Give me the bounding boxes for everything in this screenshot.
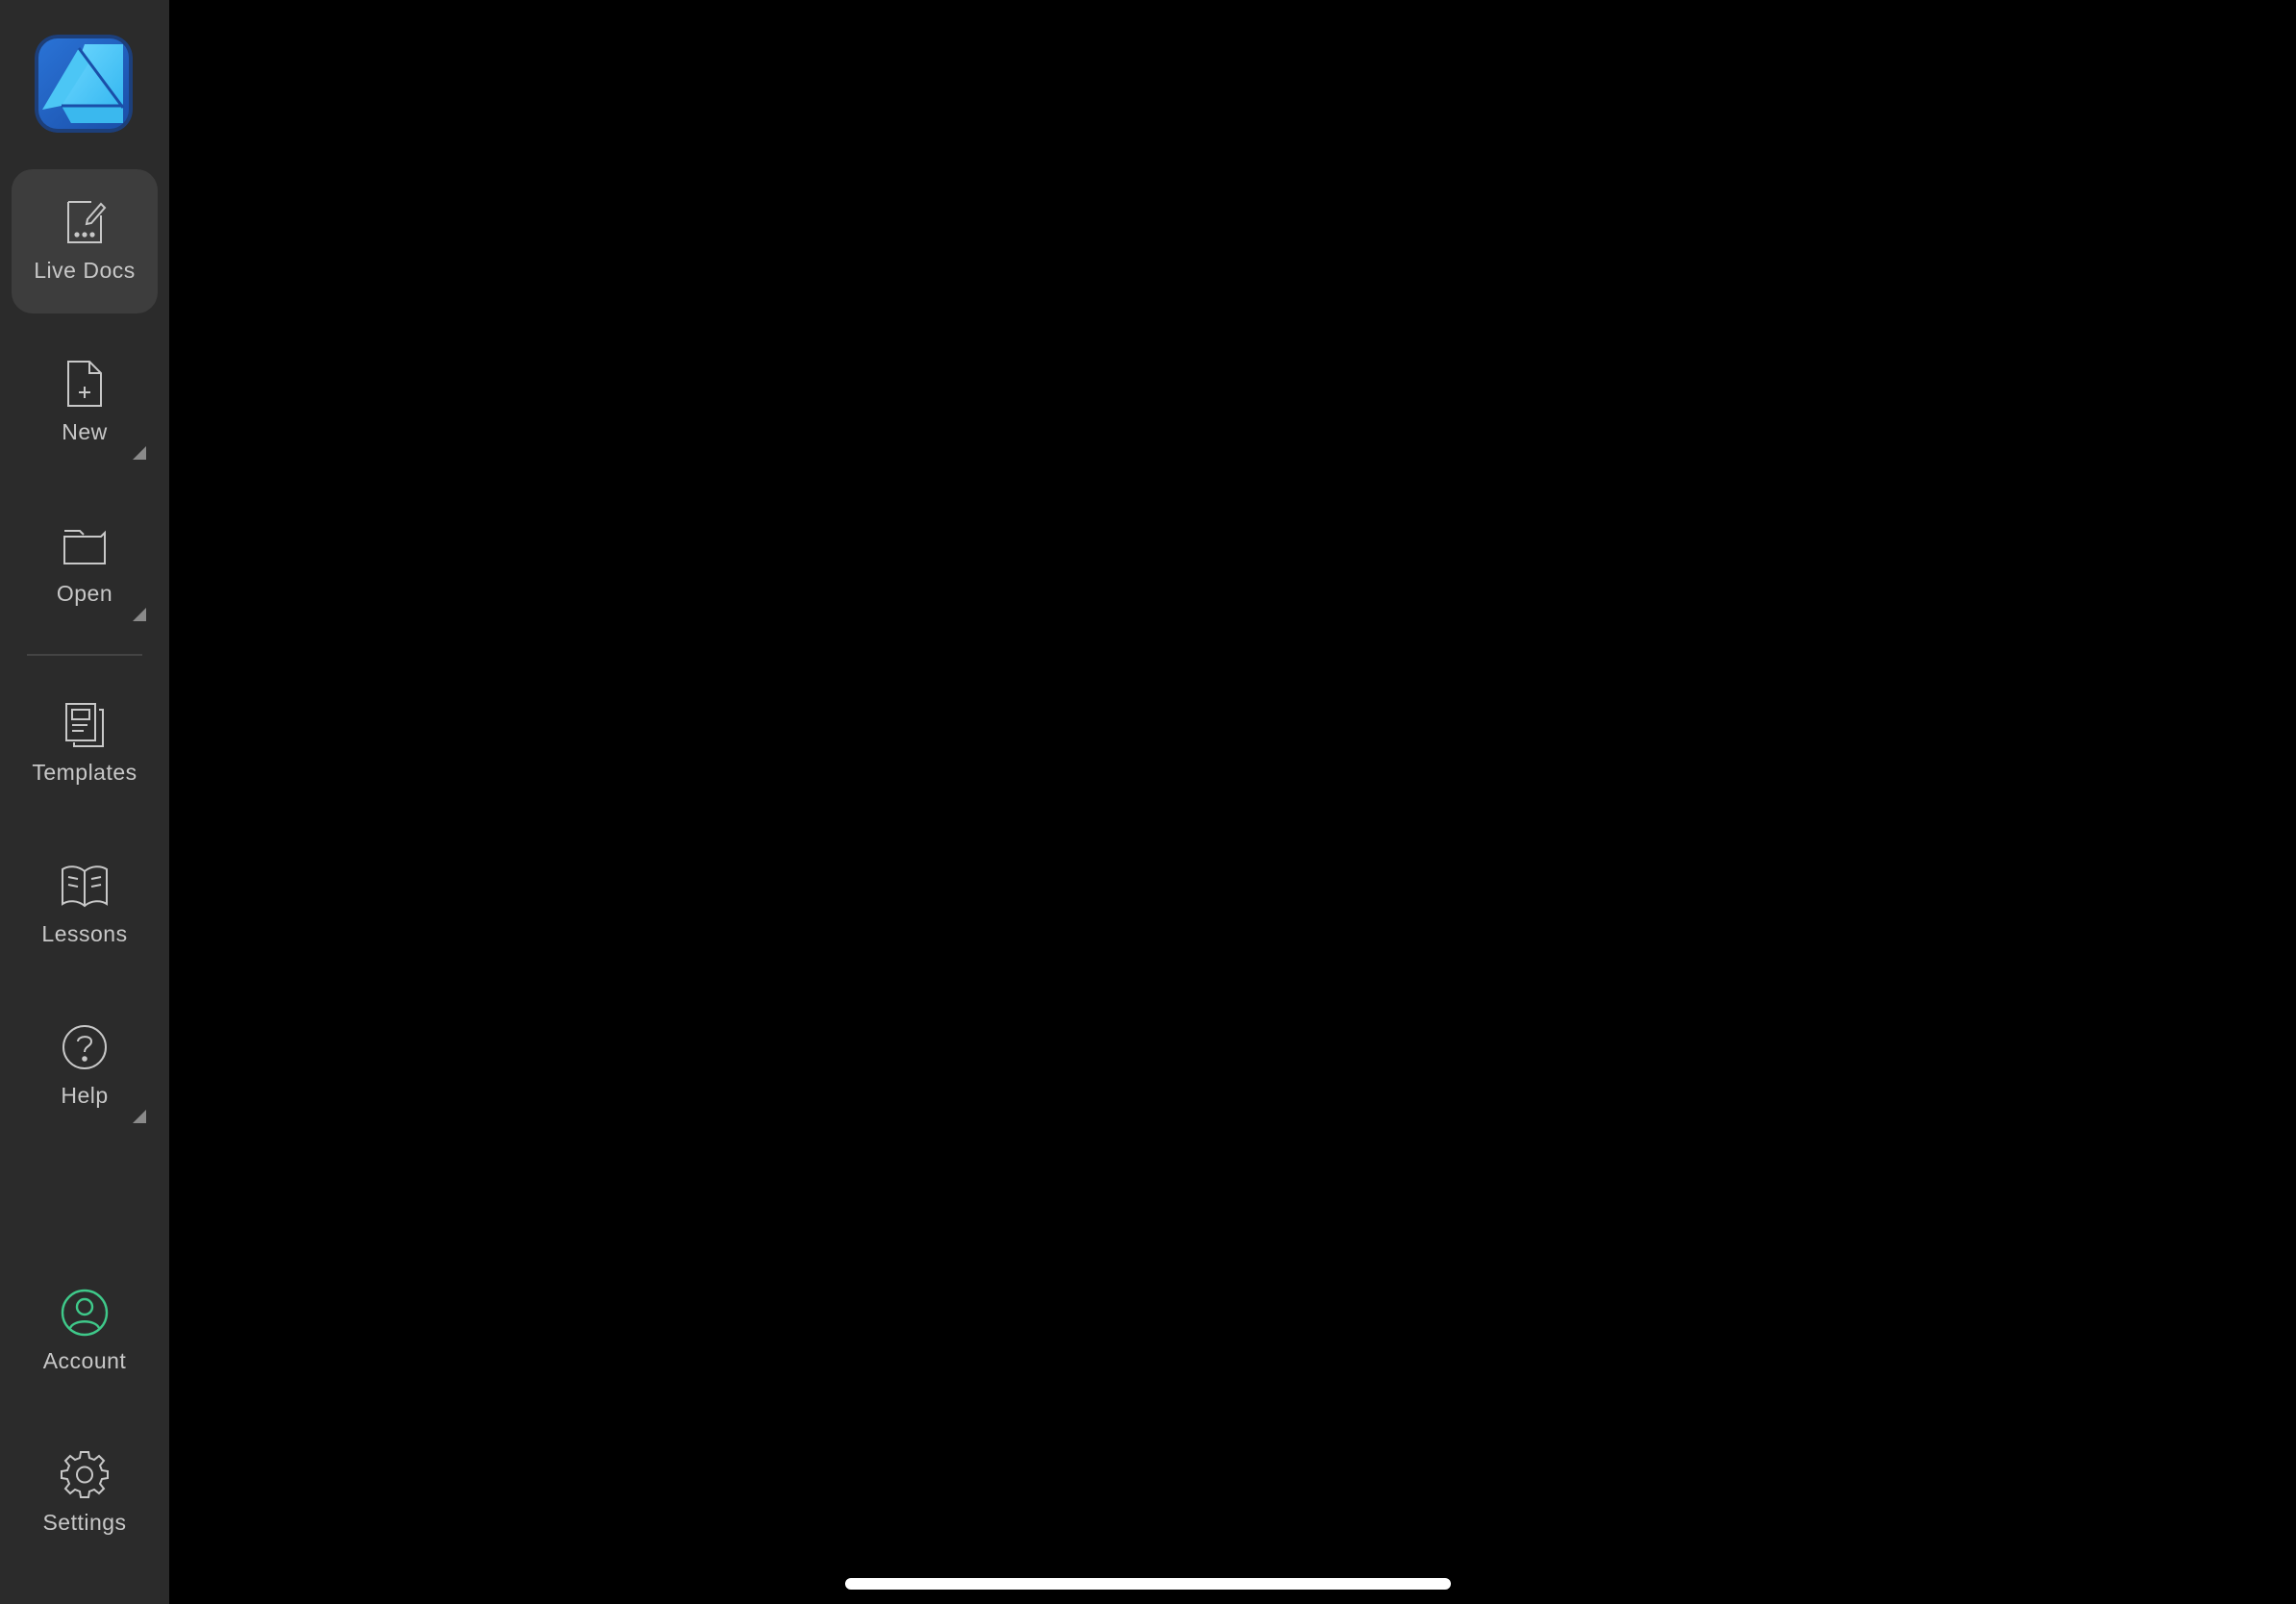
sidebar-item-help[interactable]: Help bbox=[12, 994, 158, 1139]
sidebar-item-live-docs[interactable]: Live Docs bbox=[12, 169, 158, 313]
new-document-icon bbox=[59, 358, 111, 410]
gear-icon bbox=[59, 1448, 111, 1500]
sidebar-item-lessons[interactable]: Lessons bbox=[12, 833, 158, 977]
submenu-indicator-icon bbox=[133, 608, 146, 621]
sidebar-item-label: Lessons bbox=[41, 921, 128, 946]
sidebar: Live Docs New Open Templates Lessons Hel… bbox=[0, 0, 169, 1604]
book-icon bbox=[59, 860, 111, 912]
sidebar-item-open[interactable]: Open bbox=[12, 492, 158, 637]
templates-icon bbox=[59, 698, 111, 750]
sidebar-item-account[interactable]: Account bbox=[12, 1260, 158, 1404]
submenu-indicator-icon bbox=[133, 446, 146, 460]
sidebar-item-templates[interactable]: Templates bbox=[12, 671, 158, 815]
folder-icon bbox=[59, 519, 111, 571]
affinity-logo-icon[interactable] bbox=[35, 35, 133, 133]
sidebar-item-label: New bbox=[62, 419, 108, 444]
sidebar-item-label: Open bbox=[56, 581, 113, 606]
home-indicator[interactable] bbox=[845, 1578, 1451, 1590]
sidebar-item-label: Templates bbox=[32, 760, 137, 785]
sidebar-item-settings[interactable]: Settings bbox=[12, 1421, 158, 1566]
sidebar-item-label: Settings bbox=[42, 1510, 127, 1535]
submenu-indicator-icon bbox=[133, 1110, 146, 1123]
question-circle-icon bbox=[59, 1021, 111, 1073]
app-root: Live Docs New Open Templates Lessons Hel… bbox=[0, 0, 2296, 1604]
sidebar-item-label: Account bbox=[42, 1348, 127, 1373]
sidebar-divider bbox=[27, 654, 142, 656]
main-canvas-area bbox=[169, 0, 2296, 1604]
user-circle-icon bbox=[59, 1287, 111, 1339]
sidebar-item-new[interactable]: New bbox=[12, 331, 158, 475]
live-docs-icon bbox=[59, 196, 111, 248]
sidebar-item-label: Help bbox=[61, 1083, 109, 1108]
sidebar-item-label: Live Docs bbox=[34, 258, 136, 283]
